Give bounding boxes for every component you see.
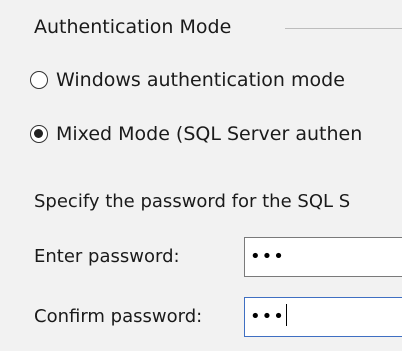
text-caret	[285, 304, 287, 326]
authentication-panel: Authentication Mode Windows authenticati…	[0, 0, 402, 351]
group-title: Authentication Mode	[34, 14, 240, 40]
enter-password-input[interactable]: •••	[244, 237, 402, 277]
password-instruction: Specify the password for the SQL S	[34, 191, 351, 212]
enter-password-value: •••	[250, 246, 285, 267]
mixed-mode-label: Mixed Mode (SQL Server authen	[56, 123, 363, 145]
radio-unchecked-icon[interactable]	[30, 71, 48, 89]
windows-auth-radio-option[interactable]: Windows authentication mode	[30, 68, 345, 92]
windows-auth-label: Windows authentication mode	[56, 69, 345, 91]
mixed-mode-radio-option[interactable]: Mixed Mode (SQL Server authen	[30, 122, 362, 146]
confirm-password-input[interactable]: •••	[244, 297, 402, 337]
enter-password-label: Enter password:	[34, 246, 180, 267]
confirm-password-value: •••	[250, 306, 285, 327]
radio-checked-icon[interactable]	[30, 125, 48, 143]
group-border	[285, 28, 402, 29]
confirm-password-label: Confirm password:	[34, 306, 203, 327]
